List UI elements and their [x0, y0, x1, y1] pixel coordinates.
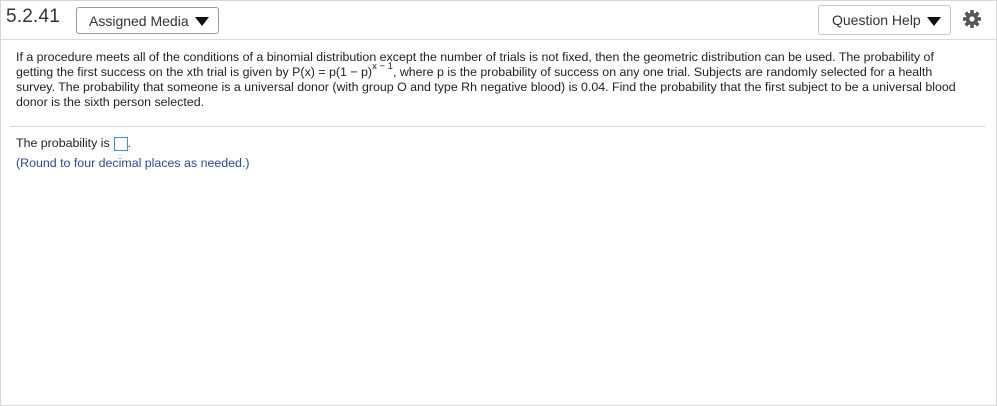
assigned-media-label: Assigned Media — [89, 12, 189, 29]
caret-down-icon — [926, 16, 941, 26]
formula-exponent: x − 1 — [372, 60, 393, 72]
assigned-media-button[interactable]: Assigned Media — [76, 7, 219, 34]
answer-prefix: The probability is — [16, 136, 110, 150]
question-number: 5.2.41 — [6, 6, 61, 27]
section-divider — [10, 126, 986, 127]
question-help-label: Question Help — [832, 12, 921, 28]
question-text: If a procedure meets all of the conditio… — [16, 50, 971, 110]
answer-input[interactable] — [113, 136, 128, 151]
question-toolbar: 5.2.41 Assigned Media Question Help — [0, 0, 997, 40]
formula: P(x) = p(1 − p) — [292, 65, 373, 79]
caret-down-icon — [194, 17, 209, 26]
gear-icon[interactable] — [962, 9, 982, 29]
answer-row: The probability is . — [16, 136, 131, 151]
answer-suffix: . — [127, 136, 132, 150]
rounding-hint: (Round to four decimal places as needed.… — [16, 156, 250, 170]
question-help-button[interactable]: Question Help — [818, 5, 951, 35]
